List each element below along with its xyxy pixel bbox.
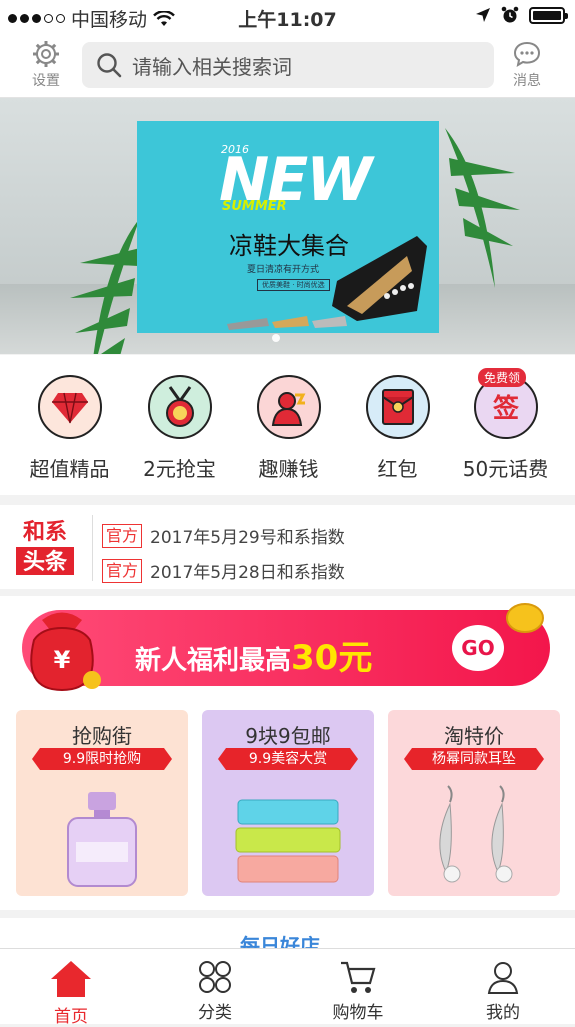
- sandal-image: [227, 236, 427, 330]
- logo-top-text: 和系: [23, 520, 67, 545]
- status-bar: 中国移动 上午11:07: [0, 0, 575, 34]
- quick-menu: 超值精品 2元抢宝 趣赚钱 红包 签 50元话费 免费领: [0, 355, 575, 495]
- quick-item-earn[interactable]: 趣赚钱: [231, 375, 346, 482]
- user-icon: [487, 962, 519, 994]
- headline-text: 2017年5月29号和系指数: [150, 528, 345, 548]
- card-title: 9块9包邮: [245, 724, 331, 748]
- tab-label: 首页: [54, 1007, 88, 1027]
- svg-text:签: 签: [492, 393, 519, 424]
- logo-bottom-text: 头条: [23, 549, 68, 575]
- card-title: 淘特价: [444, 724, 504, 748]
- red-envelope-icon: [365, 375, 430, 439]
- gear-icon: [33, 41, 59, 67]
- promo-go-button[interactable]: GO: [452, 625, 504, 671]
- earn-icon: [256, 375, 321, 439]
- search-bar[interactable]: 请输入相关搜索词: [82, 42, 494, 88]
- messages-label: 消息: [513, 73, 541, 89]
- messages-button[interactable]: 消息: [497, 40, 557, 90]
- banner-season: SUMMER: [222, 199, 287, 214]
- svg-text:¥: ¥: [54, 646, 71, 674]
- quick-item-red-envelope[interactable]: 红包: [340, 375, 455, 482]
- tab-profile[interactable]: 我的: [448, 959, 558, 1023]
- official-tag: 官方: [102, 558, 143, 583]
- battery-icon: [529, 6, 568, 24]
- card-free-shipping[interactable]: 9块9包邮 9.9美容大赏: [202, 710, 374, 896]
- quick-item-deals[interactable]: 超值精品: [12, 375, 127, 482]
- quick-item-label: 2元抢宝: [143, 457, 216, 481]
- bottom-tab-bar: 首页 分类 购物车 我的: [0, 948, 575, 1027]
- headline-item[interactable]: 官方 2017年5月29号和系指数: [102, 523, 345, 548]
- chat-bubble-icon: [513, 41, 541, 68]
- promo-amount: 30元: [291, 638, 373, 678]
- settings-button[interactable]: 设置: [16, 40, 76, 90]
- card-flash-sale[interactable]: 抢购街 9.9限时抢购: [16, 710, 188, 896]
- home-icon: [51, 961, 91, 997]
- quick-item-label: 50元话费: [462, 457, 549, 481]
- headline-ticker[interactable]: 和系 头条 官方 2017年5月29号和系指数 官方 2017年5月28日和系指…: [0, 505, 575, 589]
- search-icon: [97, 53, 122, 78]
- hexi-headline-logo: 和系 头条: [16, 520, 74, 575]
- card-special-price[interactable]: 淘特价 杨幂同款耳坠: [388, 710, 560, 896]
- quick-item-label: 超值精品: [29, 457, 110, 481]
- perfume-image: [67, 792, 137, 887]
- quick-item-phone-credit[interactable]: 签 50元话费: [448, 375, 563, 482]
- earring-image: [439, 785, 513, 883]
- headline-text: 2017年5月28日和系指数: [150, 563, 345, 583]
- official-tag: 官方: [102, 523, 143, 548]
- tab-category[interactable]: 分类: [160, 959, 270, 1023]
- featured-cards: 抢购街 9.9限时抢购 9块9包邮 9.9美容大赏 淘特价 杨幂同款耳坠: [0, 700, 575, 910]
- card-badge: 9.9美容大赏: [218, 748, 358, 770]
- card-title: 抢购街: [72, 724, 132, 748]
- card-badge: 杨幂同款耳坠: [404, 748, 544, 770]
- search-placeholder: 请输入相关搜索词: [132, 54, 292, 79]
- palm-leaf-right-decoration: [445, 128, 520, 288]
- headline-item[interactable]: 官方 2017年5月28日和系指数: [102, 558, 345, 583]
- banner-poster: 2016 NEW SUMMER 凉鞋大集合 夏日清凉有开方式 优质美鞋 · 时尚…: [137, 121, 439, 333]
- new-user-promo[interactable]: 新人福利最高30元 GO ¥: [0, 596, 575, 700]
- free-badge: 免费领: [478, 368, 527, 387]
- tab-label: 购物车: [332, 1003, 384, 1023]
- banner-carousel[interactable]: 2016 NEW SUMMER 凉鞋大集合 夏日清凉有开方式 优质美鞋 · 时尚…: [0, 98, 575, 354]
- promo-text: 新人福利最高30元: [135, 638, 373, 678]
- gold-coin-icon: [506, 603, 544, 633]
- top-header: 设置 请输入相关搜索词 消息: [0, 34, 575, 98]
- card-badge: 9.9限时抢购: [32, 748, 172, 770]
- quick-item-2yuan[interactable]: 2元抢宝: [122, 375, 237, 482]
- storage-box-image: [235, 799, 341, 883]
- alarm-icon: [501, 6, 519, 23]
- carousel-indicator: [272, 334, 280, 342]
- tab-cart[interactable]: 购物车: [303, 959, 413, 1023]
- tab-home[interactable]: 首页: [16, 959, 126, 1027]
- medal-icon: [147, 375, 212, 439]
- diamond-icon: [37, 375, 102, 439]
- money-bag-icon: ¥: [30, 612, 101, 692]
- settings-label: 设置: [32, 73, 60, 89]
- cart-icon: [341, 961, 376, 993]
- tab-label: 分类: [198, 1003, 232, 1023]
- quick-item-label: 趣赚钱: [258, 457, 319, 481]
- tab-label: 我的: [486, 1003, 520, 1023]
- quick-item-label: 红包: [377, 457, 418, 481]
- location-arrow-icon: [476, 8, 490, 22]
- grid-icon: [199, 961, 231, 993]
